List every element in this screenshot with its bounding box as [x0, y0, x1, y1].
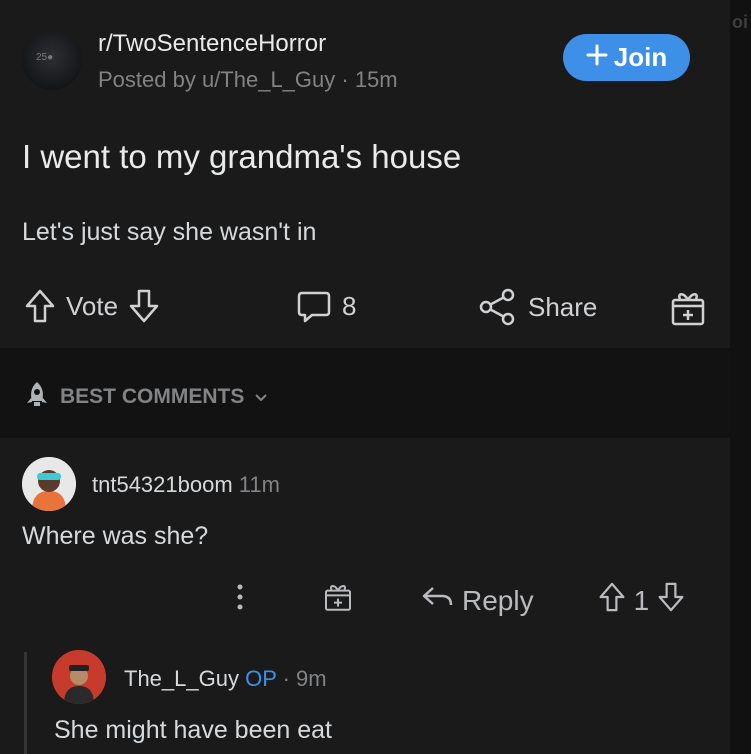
comment-author[interactable]: The_L_Guy OP · 9m [124, 666, 327, 692]
comment-time: 11m [238, 472, 280, 497]
post-title[interactable]: I went to my grandma's house [22, 138, 461, 176]
subreddit-name[interactable]: r/TwoSentenceHorror [98, 30, 326, 58]
comment-icon [296, 288, 332, 324]
share-button[interactable]: Share [478, 288, 597, 326]
post-body: Let's just say she wasn't in [22, 218, 317, 246]
comment-time: · 9m [282, 666, 327, 691]
subreddit-avatar[interactable]: 25● [22, 30, 82, 90]
edge-hint: oi [732, 12, 748, 32]
thread-line[interactable] [24, 652, 27, 754]
downvote-icon[interactable] [128, 288, 160, 324]
op-badge: OP [245, 666, 277, 691]
vote-count: 1 [633, 584, 650, 616]
upvote-icon[interactable] [24, 288, 56, 324]
posted-by[interactable]: Posted by u/The_L_Guy · 15m [98, 67, 398, 93]
vote-label: Vote [66, 290, 119, 321]
comment-text: She might have been eat [54, 716, 332, 744]
comment-count: 8 [342, 290, 357, 321]
vote-group: Vote [24, 288, 160, 324]
reply-icon [420, 583, 454, 618]
join-label: Join [613, 42, 668, 72]
comment-author[interactable]: tnt54321boom 11m [92, 472, 280, 498]
sort-label: BEST COMMENTS [60, 385, 245, 408]
comment-actions: Reply 1 [230, 580, 685, 621]
join-button[interactable]: Join [563, 34, 690, 81]
avatar[interactable] [52, 650, 106, 704]
gift-icon [668, 288, 708, 328]
award-button[interactable] [668, 288, 708, 328]
share-label: Share [528, 291, 598, 322]
sort-dropdown[interactable]: BEST COMMENTS [24, 380, 268, 414]
side-edge: oi [730, 0, 751, 754]
comment-username[interactable]: The_L_Guy [124, 666, 239, 691]
comment-username[interactable]: tnt54321boom [92, 472, 233, 497]
rocket-icon [24, 380, 50, 414]
reply-label: Reply [462, 584, 534, 616]
comment-text: Where was she? [22, 522, 209, 550]
avatar[interactable] [22, 457, 76, 511]
upvote-icon[interactable] [598, 581, 626, 620]
more-options-icon[interactable] [230, 580, 250, 621]
share-icon [478, 288, 518, 326]
downvote-icon[interactable] [657, 581, 685, 620]
chevron-down-icon [254, 385, 268, 409]
reply-button[interactable]: Reply [420, 583, 534, 618]
plus-icon [586, 42, 608, 73]
subreddit-avatar-text: 25● [36, 52, 54, 63]
gift-icon[interactable] [322, 580, 354, 621]
comments-button[interactable]: 8 [296, 288, 356, 324]
